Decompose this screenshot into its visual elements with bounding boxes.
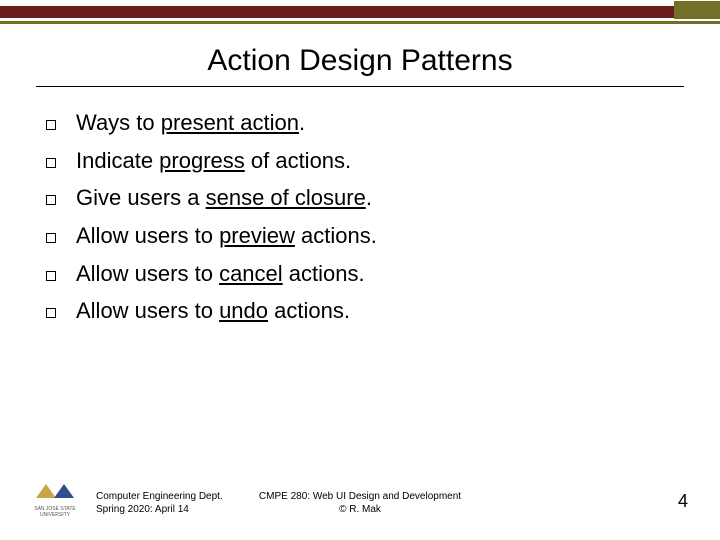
page-number: 4 (678, 491, 688, 512)
list-item: Ways to present action. (46, 108, 680, 138)
square-bullet-icon (46, 195, 56, 205)
list-item: Allow users to cancel actions. (46, 259, 680, 289)
footer-center-text: CMPE 280: Web UI Design and Development … (0, 491, 720, 516)
top-bar-maroon (0, 6, 720, 18)
list-item: Indicate progress of actions. (46, 146, 680, 176)
list-item: Allow users to preview actions. (46, 221, 680, 251)
bullet-text: Give users a sense of closure. (76, 183, 372, 213)
bullet-text: Allow users to cancel actions. (76, 259, 365, 289)
slide-footer: SAN JOSE STATE UNIVERSITY Computer Engin… (0, 476, 720, 522)
top-bar-olive (0, 21, 720, 24)
bullet-text: Ways to present action. (76, 108, 305, 138)
bullet-text: Indicate progress of actions. (76, 146, 351, 176)
title-underline (36, 86, 684, 87)
decorative-top-bar (0, 0, 720, 28)
footer-course: CMPE 280: Web UI Design and Development (259, 491, 461, 504)
square-bullet-icon (46, 271, 56, 281)
list-item: Allow users to undo actions. (46, 296, 680, 326)
square-bullet-icon (46, 120, 56, 130)
square-bullet-icon (46, 233, 56, 243)
bullet-list: Ways to present action. Indicate progres… (46, 108, 680, 334)
square-bullet-icon (46, 158, 56, 168)
slide-title: Action Design Patterns (201, 44, 518, 82)
bullet-text: Allow users to undo actions. (76, 296, 350, 326)
square-bullet-icon (46, 308, 56, 318)
bullet-text: Allow users to preview actions. (76, 221, 377, 251)
list-item: Give users a sense of closure. (46, 183, 680, 213)
top-bar-accent-block (674, 1, 720, 19)
footer-copyright: © R. Mak (259, 504, 461, 517)
title-container: Action Design Patterns (0, 44, 720, 82)
